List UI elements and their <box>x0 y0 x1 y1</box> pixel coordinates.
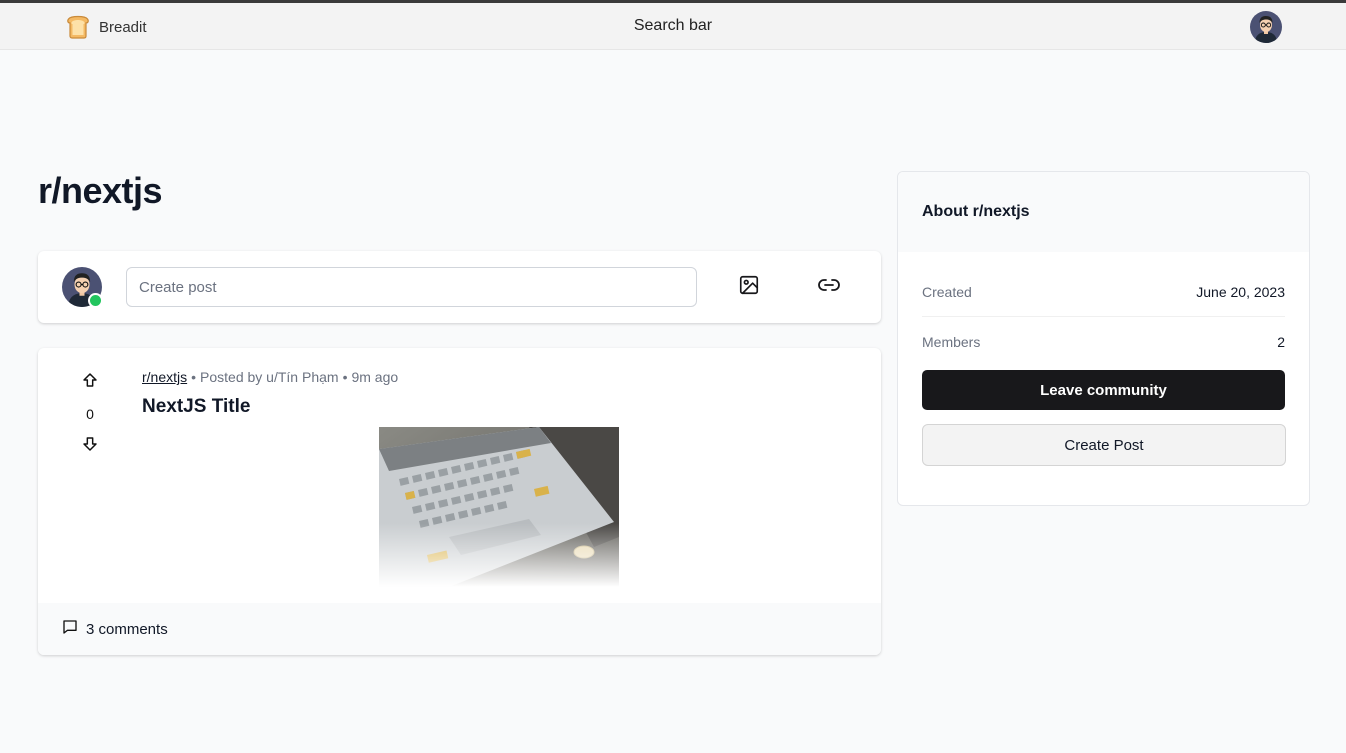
vote-column: 0 <box>70 370 110 458</box>
vote-count: 0 <box>86 406 94 422</box>
upvote-button[interactable] <box>70 370 110 394</box>
create-post-input[interactable] <box>126 267 697 307</box>
members-label: Members <box>922 333 981 350</box>
post-card: 0 r/nextjs • Posted by u/Tín Phạm • 9m ago N… <box>38 348 881 655</box>
page-title: r/nextjs <box>38 170 163 211</box>
comments-count: 3 comments <box>86 620 168 638</box>
comment-icon <box>62 619 86 639</box>
members-value: 2 <box>1277 333 1285 350</box>
link-post-button[interactable] <box>809 271 849 303</box>
downvote-button[interactable] <box>70 434 110 458</box>
meta-separator: • <box>191 369 197 385</box>
meta-separator: • <box>342 369 348 385</box>
comments-link[interactable]: 3 comments <box>62 619 168 639</box>
about-community-card: About r/nextjs Created June 20, 2023 Mem… <box>897 171 1310 506</box>
created-value: June 20, 2023 <box>1196 284 1285 300</box>
created-label: Created <box>922 284 972 300</box>
post-title[interactable]: NextJS Title <box>142 396 250 418</box>
arrow-up-icon <box>82 372 98 393</box>
post-meta: r/nextjs • Posted by u/Tín Phạm • 9m ago <box>142 369 398 385</box>
create-post-button[interactable]: Create Post <box>922 424 1286 466</box>
about-title: About r/nextjs <box>898 172 1309 252</box>
navbar: Breadit Search bar <box>0 3 1346 50</box>
subreddit-link[interactable]: r/nextjs <box>142 369 187 385</box>
created-row: Created June 20, 2023 <box>922 268 1285 317</box>
user-avatar[interactable] <box>1250 11 1282 43</box>
post-author: Posted by u/Tín Phạm <box>200 369 339 385</box>
create-post-card <box>38 251 881 323</box>
post-image <box>379 427 619 587</box>
link-icon <box>817 273 841 302</box>
online-status-dot <box>88 293 103 308</box>
arrow-down-icon <box>82 436 98 457</box>
image-icon <box>738 274 760 301</box>
post-footer: 3 comments <box>38 603 881 655</box>
search-bar[interactable]: Search bar <box>0 17 1346 35</box>
leave-community-button[interactable]: Leave community <box>922 370 1285 410</box>
members-row: Members 2 <box>922 317 1285 366</box>
image-upload-button[interactable] <box>729 271 769 303</box>
post-time: 9m ago <box>351 369 399 385</box>
